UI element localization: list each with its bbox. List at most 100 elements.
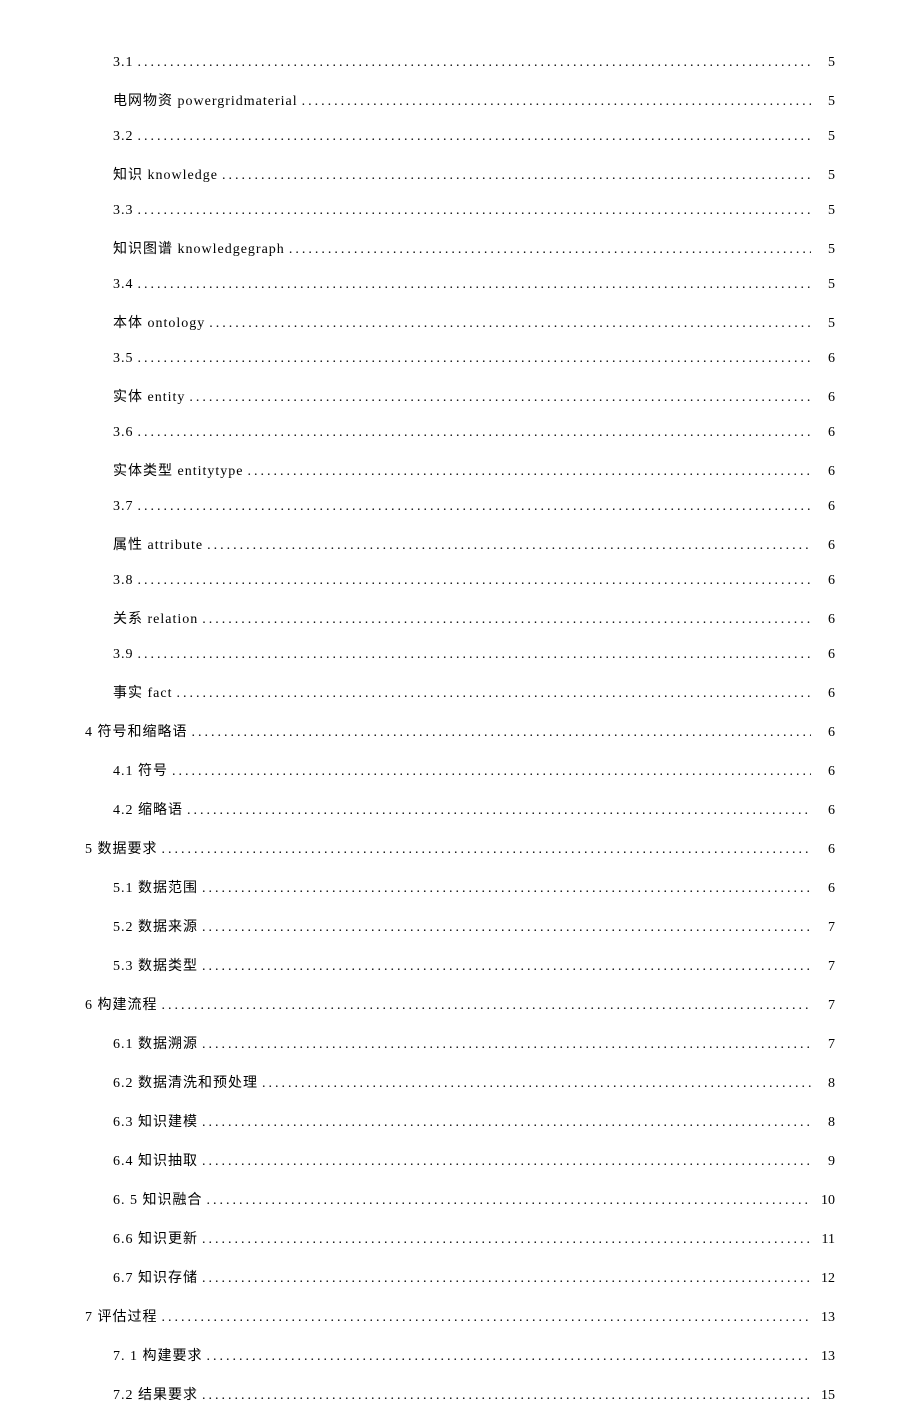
toc-entry-page: 6 [815, 464, 835, 480]
toc-entry-page: 6 [815, 725, 835, 741]
toc-entry[interactable]: 实体 entity6 [85, 386, 835, 406]
toc-entry-page: 6 [815, 881, 835, 897]
toc-entry[interactable]: 4 符号和缩略语 6 [85, 721, 835, 741]
toc-entry-label: 7. 1 构建要求 [113, 1345, 203, 1365]
toc-entry[interactable]: 属性 attribute6 [85, 534, 835, 554]
toc-entry-label: 6.3 知识建模 [113, 1111, 198, 1131]
toc-entry[interactable]: 实体类型 entitytype 6 [85, 460, 835, 480]
toc-entry-page: 6 [815, 351, 835, 367]
toc-entry[interactable]: 7 评估过程13 [85, 1306, 835, 1326]
toc-entry-label: 属性 attribute [113, 534, 203, 554]
toc-entry-page: 5 [815, 242, 835, 258]
toc-entry[interactable]: 5.2 数据来源7 [85, 916, 835, 936]
toc-entry[interactable]: 6.7 知识存储12 [85, 1267, 835, 1287]
toc-entry-page: 12 [815, 1271, 835, 1287]
toc-entry[interactable]: 3.6 6 [85, 425, 835, 441]
toc-entry-page: 7 [815, 998, 835, 1014]
toc-entry[interactable]: 3.3 5 [85, 203, 835, 219]
toc-leader-dots [202, 1388, 811, 1404]
toc-entry[interactable]: 4.2 缩略语 6 [85, 799, 835, 819]
toc-entry-page: 6 [815, 612, 835, 628]
toc-entry-page: 5 [815, 94, 835, 110]
toc-leader-dots [202, 1271, 811, 1287]
toc-entry-page: 7 [815, 959, 835, 975]
toc-leader-dots [192, 725, 812, 741]
toc-entry-label: 6.2 数据清洗和预处理 [113, 1072, 258, 1092]
toc-entry-page: 5 [815, 129, 835, 145]
toc-entry[interactable]: 6.2 数据清洗和预处理8 [85, 1072, 835, 1092]
toc-leader-dots [202, 881, 811, 897]
toc-entry-label: 本体 ontology [113, 312, 205, 332]
toc-entry-label: 5 数据要求 [85, 838, 158, 858]
toc-entry-label: 4 符号和缩略语 [85, 721, 188, 741]
toc-entry-page: 6 [815, 686, 835, 702]
toc-entry[interactable]: 3.8 6 [85, 573, 835, 589]
toc-entry[interactable]: 6 构建流程 7 [85, 994, 835, 1014]
toc-entry-page: 6 [815, 573, 835, 589]
toc-leader-dots [202, 959, 811, 975]
toc-entry-page: 5 [815, 316, 835, 332]
toc-leader-dots [138, 351, 812, 367]
toc-entry-label: 3.8 [113, 573, 134, 589]
toc-entry[interactable]: 3.5 6 [85, 351, 835, 367]
toc-entry[interactable]: 6.4 知识抽取9 [85, 1150, 835, 1170]
toc-entry[interactable]: 事实 fact6 [85, 682, 835, 702]
toc-entry-label: 3.9 [113, 647, 134, 663]
toc-entry-label: 3.3 [113, 203, 134, 219]
toc-entry-label: 4.2 缩略语 [113, 799, 183, 819]
toc-entry-page: 15 [815, 1388, 835, 1404]
toc-entry[interactable]: 6.1 数据溯源7 [85, 1033, 835, 1053]
toc-entry-label: 6.1 数据溯源 [113, 1033, 198, 1053]
toc-entry[interactable]: 3.2 5 [85, 129, 835, 145]
toc-entry[interactable]: 3.9 6 [85, 647, 835, 663]
toc-leader-dots [202, 1232, 811, 1248]
toc-entry[interactable]: 知识 knowledge5 [85, 164, 835, 184]
toc-entry[interactable]: 电网物资 powergridmaterial 5 [85, 90, 835, 110]
toc-entry-page: 5 [815, 168, 835, 184]
toc-entry[interactable]: 关系 relation6 [85, 608, 835, 628]
toc-leader-dots [138, 573, 812, 589]
toc-entry[interactable]: 本体 ontology 5 [85, 312, 835, 332]
toc-entry-page: 6 [815, 499, 835, 515]
toc-leader-dots [162, 1310, 812, 1326]
toc-leader-dots [138, 55, 812, 71]
toc-leader-dots [138, 425, 812, 441]
toc-entry[interactable]: 3.15 [85, 55, 835, 71]
toc-entry-page: 5 [815, 203, 835, 219]
toc-entry-label: 实体类型 entitytype [113, 460, 244, 480]
toc-leader-dots [138, 203, 812, 219]
toc-leader-dots [138, 277, 812, 293]
toc-entry[interactable]: 5.3 数据类型7 [85, 955, 835, 975]
toc-entry-label: 5.1 数据范围 [113, 877, 198, 897]
toc-entry-page: 6 [815, 647, 835, 663]
toc-entry-page: 11 [815, 1232, 835, 1248]
toc-entry-label: 4.1 符号 [113, 760, 168, 780]
toc-entry[interactable]: 4.1 符号 6 [85, 760, 835, 780]
toc-leader-dots [202, 920, 811, 936]
toc-entry[interactable]: 3.4 5 [85, 277, 835, 293]
toc-entry-label: 3.4 [113, 277, 134, 293]
toc-entry-label: 6. 5 知识融合 [113, 1189, 203, 1209]
toc-entry[interactable]: 7.2 结果要求15 [85, 1384, 835, 1404]
toc-entry[interactable]: 7. 1 构建要求13 [85, 1345, 835, 1365]
toc-leader-dots [248, 464, 812, 480]
toc-entry-page: 10 [815, 1193, 835, 1209]
toc-entry-label: 3.1 [113, 55, 134, 71]
toc-entry[interactable]: 知识图谱 knowledgegraph5 [85, 238, 835, 258]
toc-entry-label: 6 构建流程 [85, 994, 158, 1014]
toc-leader-dots [207, 1349, 812, 1365]
toc-entry-page: 8 [815, 1115, 835, 1131]
toc-leader-dots [172, 764, 811, 780]
toc-entry[interactable]: 6.6 知识更新11 [85, 1228, 835, 1248]
toc-entry-page: 6 [815, 764, 835, 780]
toc-entry[interactable]: 5 数据要求6 [85, 838, 835, 858]
toc-entry[interactable]: 5.1 数据范围 6 [85, 877, 835, 897]
toc-entry-page: 6 [815, 803, 835, 819]
toc-entry-label: 电网物资 powergridmaterial [113, 90, 298, 110]
toc-leader-dots [138, 499, 812, 515]
toc-entry[interactable]: 3.7 6 [85, 499, 835, 515]
toc-entry[interactable]: 6. 5 知识融合 10 [85, 1189, 835, 1209]
toc-entry[interactable]: 6.3 知识建模 8 [85, 1111, 835, 1131]
toc-leader-dots [202, 612, 811, 628]
toc-entry-label: 实体 entity [113, 386, 185, 406]
